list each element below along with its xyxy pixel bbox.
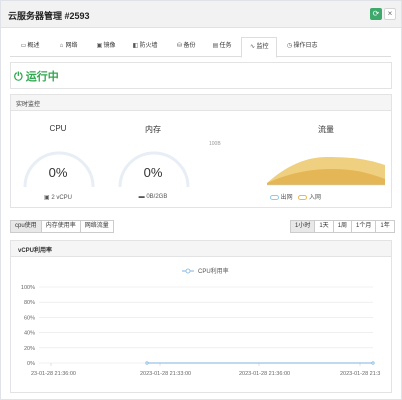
memory-sub: ▬ 0B/2GB bbox=[138, 194, 168, 200]
firewall-icon: ◧ bbox=[132, 43, 139, 49]
realtime-panel-header: 实时监控 bbox=[10, 94, 392, 111]
tab-image[interactable]: ▣镜像 bbox=[88, 37, 124, 57]
tasks-icon: ▤ bbox=[212, 43, 219, 49]
tab-tasks[interactable]: ▤任务 bbox=[204, 37, 240, 57]
close-button[interactable]: × bbox=[384, 8, 396, 20]
range-1m-button[interactable]: 1个月 bbox=[351, 220, 377, 233]
tab-operation-log[interactable]: ◷操作日志 bbox=[279, 37, 325, 57]
y-tick-label: 60% bbox=[24, 315, 35, 321]
y-tick-label: 0% bbox=[27, 361, 35, 367]
monitor-icon: ▭ bbox=[20, 43, 27, 49]
cpu-value: 0% bbox=[48, 165, 68, 180]
monitor-chart-icon: ∿ bbox=[249, 44, 255, 50]
legend-out-marker bbox=[270, 194, 279, 200]
tab-backup[interactable]: ⛁备份 bbox=[168, 37, 204, 57]
status-card bbox=[10, 62, 392, 89]
window-title: 云服务器管理 #2593 bbox=[8, 11, 90, 21]
y-tick-label: 40% bbox=[24, 331, 35, 337]
network-icon: ⌂ bbox=[59, 43, 64, 49]
legend-in-label: 入网 bbox=[309, 195, 322, 201]
x-tick-label: 2023-01-28 21:36:00 bbox=[239, 371, 290, 377]
range-button-group: 1小时 1天 1周 1个月 1年 bbox=[290, 220, 395, 233]
refresh-icon: ⟳ bbox=[372, 9, 380, 18]
tab-bar: ▭概述 ⌂ 网络 ▣镜像 ◧防火墙 ⛁备份 ▤任务 ∿监控 ◷操作日志 bbox=[10, 37, 391, 58]
x-tick-label: 2023-01-28 21:33:00 bbox=[140, 371, 191, 377]
legend-out-label: 出网 bbox=[280, 195, 293, 201]
y-tick-label: 100% bbox=[21, 285, 35, 291]
metric-button-group: cpu使用 内存使用率 网络流量 bbox=[10, 220, 114, 233]
traffic-area-chart bbox=[267, 157, 385, 186]
status-text: 运行中 bbox=[25, 71, 59, 83]
cpu-series-point bbox=[371, 361, 375, 365]
metric-cpu-button[interactable]: cpu使用 bbox=[10, 220, 42, 233]
tab-monitor[interactable]: ∿监控 bbox=[241, 37, 277, 58]
tab-firewall[interactable]: ◧防火墙 bbox=[124, 37, 166, 57]
cpu-usage-chart: 0% 20% 40% 60% 80% 100% 23-01-28 21:36:00 2023-… bbox=[21, 267, 380, 377]
range-1w-button[interactable]: 1周 bbox=[332, 220, 353, 233]
traffic-legend: 出网 入网 bbox=[270, 192, 321, 201]
traffic-scale-label: 100B bbox=[209, 141, 221, 147]
y-tick-label: 80% bbox=[24, 300, 35, 306]
cpu-sub: ▣ 2 vCPU bbox=[43, 195, 72, 201]
server-manager-window: 云服务器管理 #2593 ⟳ × ▭概述 ⌂ 网络 ▣镜像 ◧防火墙 ⛁备份 ▤任… bbox=[0, 0, 402, 400]
power-icon: ⏻ bbox=[14, 71, 23, 83]
tab-network[interactable]: ⌂ 网络 bbox=[50, 37, 86, 57]
status-indicator: ⏻ 运行中 bbox=[14, 68, 59, 84]
chart-panel-title: vCPU利用率 bbox=[18, 248, 53, 254]
close-icon: × bbox=[387, 9, 393, 18]
legend-marker bbox=[185, 268, 191, 274]
refresh-button[interactable]: ⟳ bbox=[370, 8, 382, 20]
image-icon: ▣ bbox=[96, 43, 103, 49]
metric-memory-button[interactable]: 内存使用率 bbox=[40, 220, 81, 233]
x-tick-label: 2023-01-28 21:3 bbox=[340, 371, 380, 377]
range-1h-button[interactable]: 1小时 bbox=[290, 220, 316, 233]
chart-panel-header: vCPU利用率 bbox=[10, 240, 392, 257]
metric-network-button[interactable]: 网络流量 bbox=[79, 220, 114, 233]
cpu-title: CPU bbox=[49, 124, 67, 133]
range-1y-button[interactable]: 1年 bbox=[375, 220, 395, 233]
log-icon: ◷ bbox=[286, 43, 293, 49]
legend-label: CPU利用率 bbox=[198, 267, 229, 275]
backup-icon: ⛁ bbox=[176, 43, 182, 49]
x-tick-label: 23-01-28 21:36:00 bbox=[31, 371, 76, 377]
memory-title: 内存 bbox=[145, 125, 161, 134]
memory-value: 0% bbox=[143, 165, 163, 180]
title-bar: 云服务器管理 #2593 ⟳ × bbox=[1, 1, 401, 28]
y-tick-label: 20% bbox=[24, 346, 35, 352]
range-1d-button[interactable]: 1天 bbox=[314, 220, 334, 233]
cpu-series-point bbox=[145, 361, 149, 365]
traffic-title: 流量 bbox=[318, 125, 334, 134]
legend-in-marker bbox=[298, 194, 308, 200]
tab-overview[interactable]: ▭概述 bbox=[12, 37, 48, 57]
